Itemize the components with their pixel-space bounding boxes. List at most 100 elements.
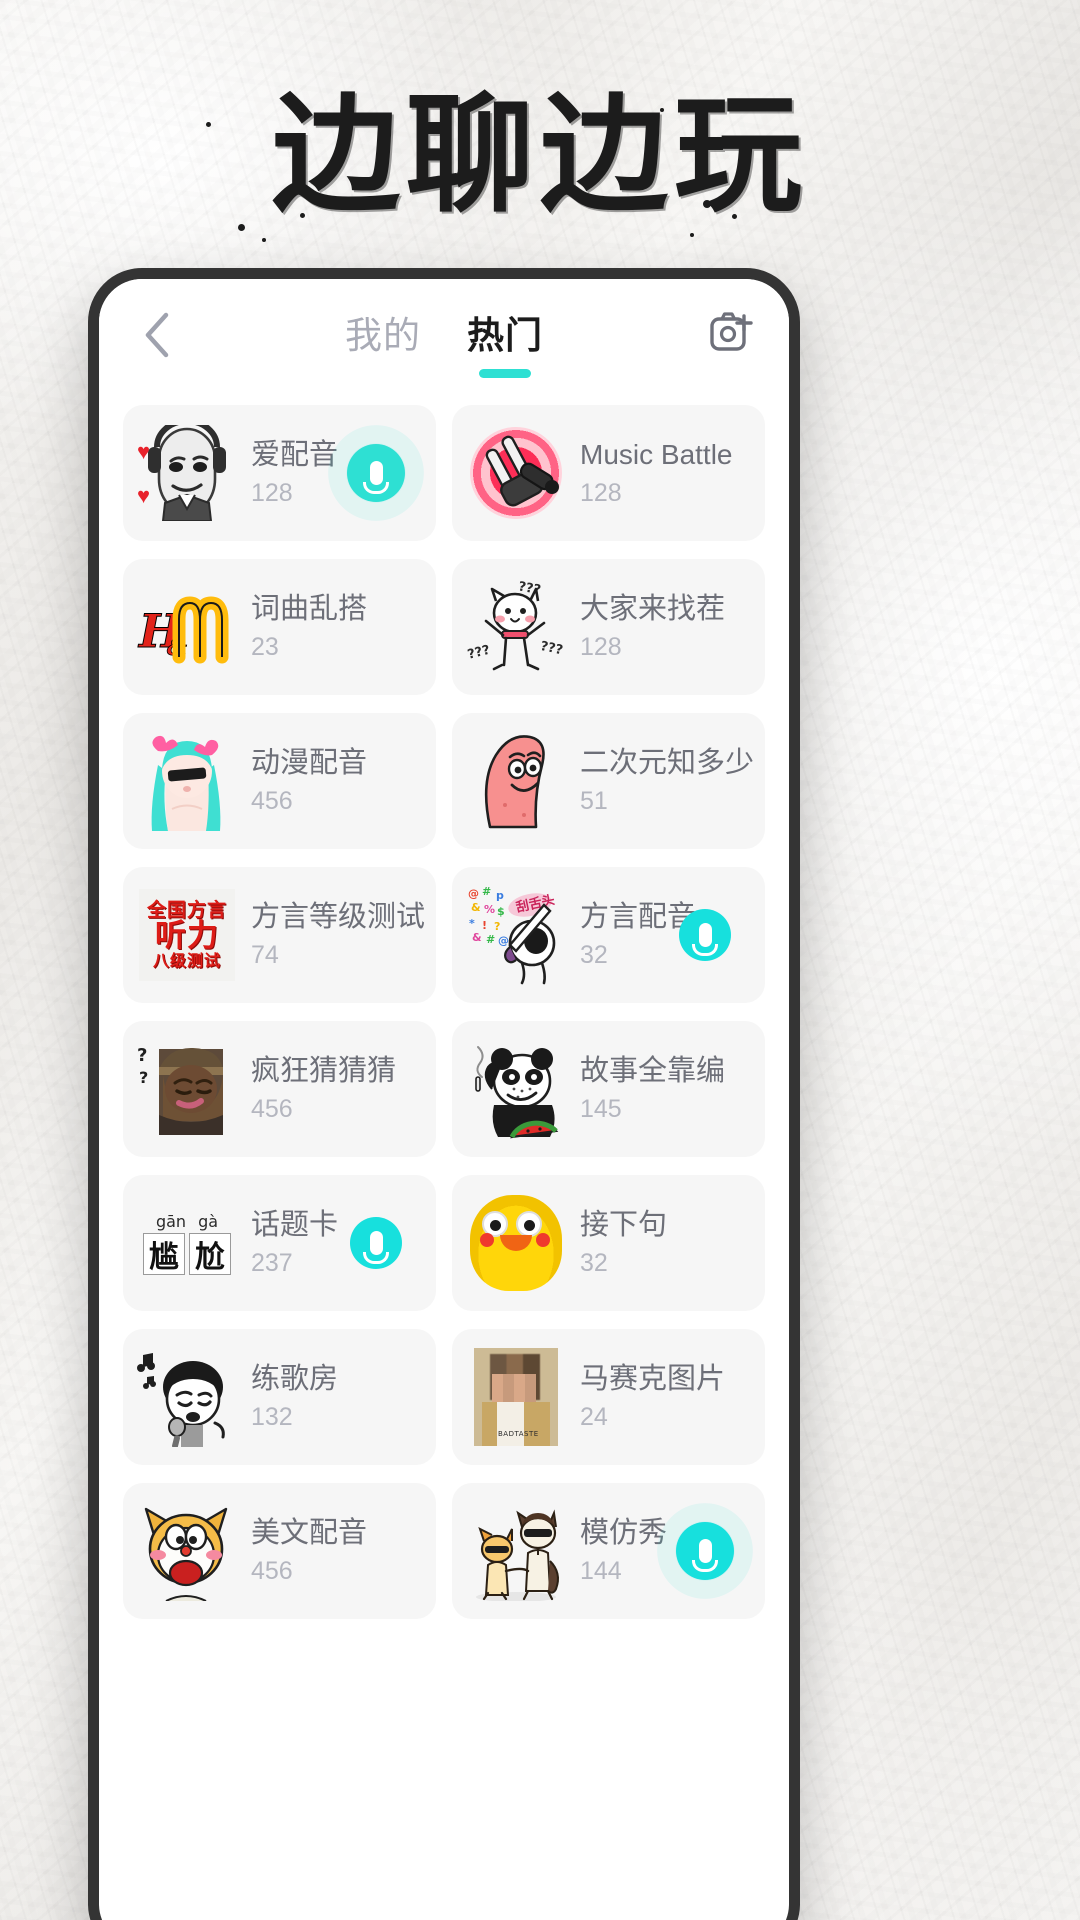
game-count: 51 [580,787,608,816]
card-text: 方言等级测试 74 [251,900,426,970]
game-card-music-battle[interactable]: Music Battle 128 [452,405,765,541]
heart-icon: ♥ [137,483,151,508]
svg-text:p: p [496,889,504,902]
mic-circle [350,1217,402,1269]
ink-speck [660,108,664,112]
tab-hot[interactable]: 热门 [467,305,543,378]
pinyin-2: gà [198,1211,219,1231]
mic-circle [679,909,731,961]
game-card-erciyuan-zhiduoshao[interactable]: 二次元知多少 51 [452,713,765,849]
svg-text:#: # [482,885,491,898]
mosaic-shirt [482,1402,550,1446]
svg-text:???: ??? [539,639,564,658]
tab-mine-label: 我的 [345,315,421,356]
svg-text:???: ??? [466,643,492,663]
game-card-aipeiyin[interactable]: ♥ ♥ 爱配音 128 [123,405,436,541]
game-card-dongman-peiyin[interactable]: 动漫配音 456 [123,713,436,849]
game-count: 128 [580,633,622,662]
game-title: Music Battle [580,439,733,471]
phone-mockup: 我的 热门 ♥ ♥ 爱配音 128 Music Battle 128 H & 词… [88,268,800,1920]
thumb-anime-girl [137,731,237,831]
chick-beak [500,1235,532,1251]
game-card-huatika[interactable]: gān gà 尴 尬 话题卡 237 [123,1175,436,1311]
ink-speck [238,224,245,231]
game-title: 马赛克图片 [580,1362,726,1395]
microphone-icon [698,923,712,947]
microphone-icon [698,1539,712,1563]
mic-button[interactable] [328,1195,424,1291]
add-card-button[interactable] [703,307,759,363]
game-count: 128 [251,479,293,508]
svg-text:#: # [486,933,495,946]
thumb-pink-blob [466,731,566,831]
svg-text:%: % [484,903,495,916]
game-card-liangefang[interactable]: 练歌房 132 [123,1329,436,1465]
game-title: 方言等级测试 [251,900,426,933]
game-title: 二次元知多少 [580,746,755,779]
game-card-fengkuang-caicaicai[interactable]: ? ? 疯狂猜猜猜 456 [123,1021,436,1157]
card-text: 大家来找茬 128 [580,592,753,662]
card-text: 疯狂猜猜猜 456 [251,1054,424,1124]
svg-text:&: & [472,931,482,944]
game-count: 145 [580,1095,622,1124]
thumb-dialect-poster: 全国方言 听力 八级测试 [137,885,237,985]
card-text: 模仿秀 144 [580,1516,667,1586]
mic-button[interactable] [657,887,753,983]
mic-button[interactable] [657,1503,753,1599]
game-count: 32 [580,1249,608,1278]
game-count: 74 [251,941,279,970]
game-card-jiexiaju[interactable]: 接下句 32 [452,1175,765,1311]
thumb-cat-question: ??? ??? ??? [466,577,566,677]
card-text: 练歌房 132 [251,1362,424,1432]
thumb-doraemon-cat [137,1501,237,1601]
ink-speck [732,214,737,219]
game-card-fangyan-dengji[interactable]: 全国方言 听力 八级测试 方言等级测试 74 [123,867,436,1003]
game-title: 话题卡 [251,1208,339,1241]
game-card-meiwen-peiyin[interactable]: 美文配音 456 [123,1483,436,1619]
back-button[interactable] [129,308,183,362]
game-title: 方言配音 [580,900,697,933]
svg-text:&: & [471,901,481,914]
game-title: 大家来找茬 [580,592,726,625]
game-card-masaike-tupian[interactable]: BADTASTE 马赛克图片 24 [452,1329,765,1465]
tab-hot-label: 热门 [467,315,543,356]
ink-speck [262,238,266,242]
card-text: Music Battle 128 [580,438,753,507]
thumb-confused-guy: ? ? [137,1039,237,1139]
game-grid: ♥ ♥ 爱配音 128 Music Battle 128 H & 词曲乱搭 23… [99,391,789,1619]
hero-title: 边聊边玩 [271,81,808,230]
svg-text:$: $ [497,905,505,918]
game-title: 疯狂猜猜猜 [251,1054,397,1087]
tab-mine[interactable]: 我的 [345,305,421,365]
game-title: 故事全靠编 [580,1054,726,1087]
game-count: 132 [251,1403,293,1432]
game-card-mofangxiu[interactable]: 模仿秀 144 [452,1483,765,1619]
mic-button[interactable] [328,425,424,521]
svg-text:@: @ [468,887,479,900]
tab-bar: 我的 热门 [99,305,789,378]
ink-speck [690,233,694,237]
game-title: 美文配音 [251,1516,368,1549]
ink-speck [703,200,711,208]
card-text: 美文配音 456 [251,1516,424,1586]
thumb-two-cats [466,1501,566,1601]
thumb-singer-meme [137,1347,237,1447]
game-card-dajia-laizhaocha[interactable]: ??? ??? ??? 大家来找茬 128 [452,559,765,695]
svg-text:?: ? [139,1068,148,1087]
game-count: 237 [251,1249,293,1278]
game-card-fangyan-peiyin[interactable]: @ # p & % $ * ! ? & # @ 刮舌头 方言配音 32 [452,867,765,1003]
card-text: 接下句 32 [580,1208,753,1278]
svg-text:?: ? [137,1045,147,1066]
game-card-gushi-quankaobian[interactable]: 故事全靠编 145 [452,1021,765,1157]
thumb-hm-logo: H & [137,577,237,677]
game-count: 23 [251,633,279,662]
card-text: 方言配音 32 [580,900,697,970]
thumb-yellow-chick [466,1193,566,1293]
dialect-poster: 全国方言 听力 八级测试 [139,889,235,981]
thumb-panda-notes: @ # p & % $ * ! ? & # @ 刮舌头 [466,885,566,985]
game-title: 爱配音 [251,438,339,471]
chevron-left-icon [142,312,170,358]
game-title: 动漫配音 [251,746,368,779]
game-card-ciqu-luanda[interactable]: H & 词曲乱搭 23 [123,559,436,695]
heart-icon: ♥ [137,439,151,464]
